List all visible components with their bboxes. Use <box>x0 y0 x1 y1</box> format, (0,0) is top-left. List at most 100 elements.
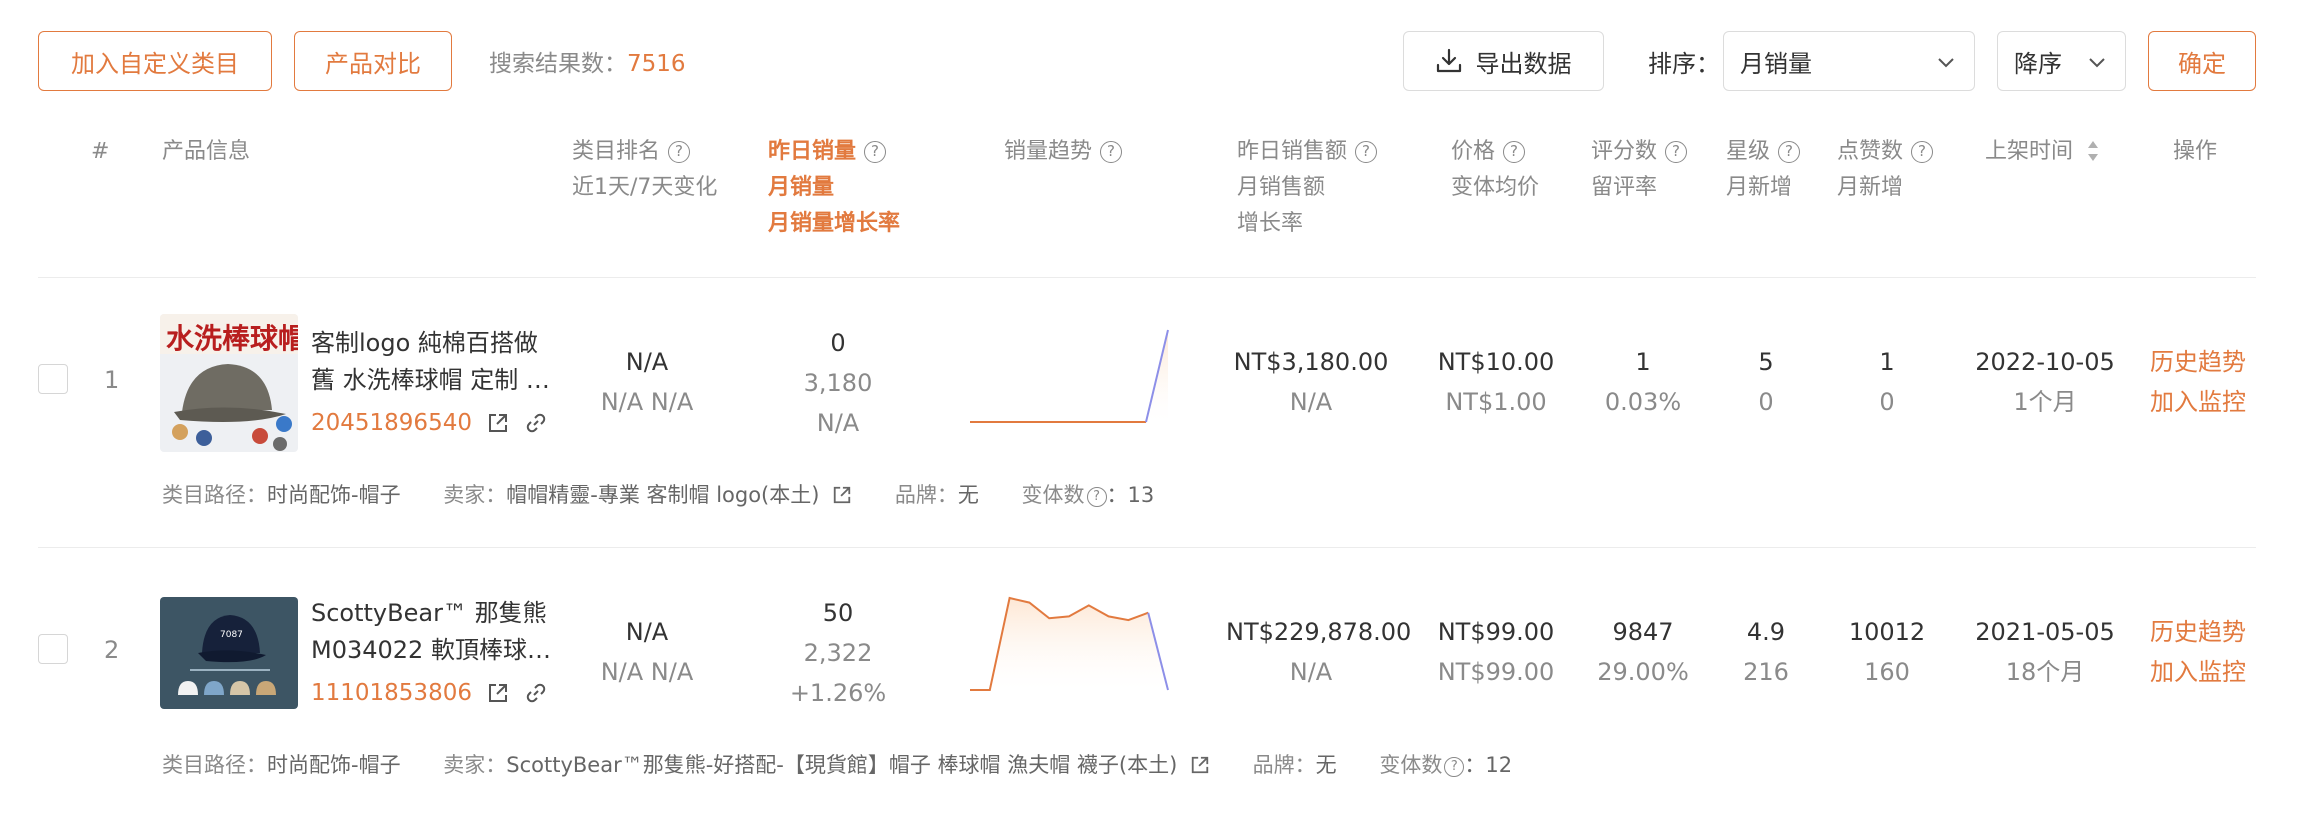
col-category-rank-label: 类目排名 <box>572 139 661 164</box>
sort-toggle-icon[interactable] <box>2086 139 2100 163</box>
row-number: 1 <box>104 366 120 394</box>
category-rank: N/A <box>625 618 669 646</box>
col-likes-new[interactable]: 月新增 <box>1837 170 1903 206</box>
external-link-icon[interactable] <box>1190 755 1210 775</box>
col-yesterday-sales[interactable]: 昨日销量? <box>768 134 887 170</box>
row-number: 2 <box>104 636 120 664</box>
row-divider <box>38 547 2256 548</box>
sales-trend-sparkline[interactable] <box>966 594 1172 694</box>
meta-label: 卖家： <box>443 483 507 507</box>
revenue-growth: N/A <box>1289 388 1333 416</box>
col-index: # <box>91 139 110 164</box>
product-id-value[interactable]: 11101853806 <box>311 680 472 706</box>
col-likes[interactable]: 点赞数? <box>1837 134 1934 170</box>
history-trend-link[interactable]: 历史趋势 <box>2146 612 2250 652</box>
export-data-button[interactable]: 导出数据 <box>1403 31 1604 91</box>
help-icon[interactable]: ? <box>1086 487 1107 507</box>
product-thumbnail[interactable]: 水洗棒球帽 <box>160 314 298 452</box>
external-link-icon[interactable] <box>832 485 852 505</box>
meta-seller[interactable]: 卖家：ScottyBear™那隻熊-好搭配-【現貨館】帽子 棒球帽 漁夫帽 襪子… <box>443 753 1216 777</box>
product-compare-button[interactable]: 产品对比 <box>294 31 452 91</box>
help-icon[interactable]: ? <box>1100 141 1123 163</box>
meta-seller-value[interactable]: 帽帽精靈-專業 客制帽 logo(本土) <box>506 483 819 507</box>
review-rate: 0.03% <box>1604 388 1682 416</box>
export-data-label: 导出数据 <box>1475 49 1572 78</box>
meta-category-value: 时尚配饰-帽子 <box>267 753 401 777</box>
monthly-growth: N/A <box>816 409 860 437</box>
monthly-sales: 2,322 <box>803 639 873 667</box>
help-icon[interactable]: ? <box>1355 141 1378 163</box>
price-cell: NT$10.00 NT$1.00 <box>1436 342 1556 422</box>
yesterday-sales: 0 <box>830 329 846 357</box>
col-stars[interactable]: 星级? <box>1726 134 1801 170</box>
add-monitor-link[interactable]: 加入监控 <box>2146 382 2250 422</box>
col-category-rank[interactable]: 类目排名? <box>572 134 691 170</box>
monthly-growth: +1.26% <box>789 679 887 707</box>
product-id[interactable]: 20451896540 <box>311 410 547 436</box>
help-icon[interactable]: ? <box>864 141 887 163</box>
result-count: 搜索结果数：7516 <box>489 44 686 78</box>
col-monthly-growth[interactable]: 月销量增长率 <box>768 206 900 242</box>
meta-variants-value: ：13 <box>1106 483 1155 507</box>
help-icon[interactable]: ? <box>1444 757 1465 777</box>
stars-cell: 5 0 <box>1726 342 1806 422</box>
yesterday-sales: 50 <box>822 599 854 627</box>
col-monthly-sales[interactable]: 月销量 <box>768 170 834 206</box>
sales-trend-sparkline[interactable] <box>966 326 1172 426</box>
row-meta: 类目路径：时尚配饰-帽子 卖家：帽帽精靈-專業 客制帽 logo(本土) 品牌：… <box>162 479 1190 509</box>
variant-avg-price: NT$99.00 <box>1437 658 1555 686</box>
add-custom-category-button[interactable]: 加入自定义类目 <box>38 31 272 91</box>
help-icon[interactable]: ? <box>1665 141 1688 163</box>
col-sales-trend[interactable]: 销量趋势? <box>1004 134 1123 170</box>
stars-new: 0 <box>1758 388 1774 416</box>
chevron-down-icon <box>2089 58 2105 68</box>
col-variant-avg-price[interactable]: 变体均价 <box>1451 170 1539 206</box>
col-yesterday-sales-label: 昨日销量 <box>768 139 857 164</box>
meta-label: 品牌： <box>894 483 958 507</box>
rank-change: N/A N/A <box>600 388 694 416</box>
actions-cell: 历史趋势 加入监控 <box>2146 342 2250 422</box>
category-rank: N/A <box>625 348 669 376</box>
col-stars-new[interactable]: 月新增 <box>1726 170 1792 206</box>
row-checkbox[interactable] <box>38 634 68 664</box>
likes: 1 <box>1879 348 1895 376</box>
col-listed-time[interactable]: 上架时间 <box>1985 134 2100 170</box>
product-title-line: 舊 水洗棒球帽 定制 … <box>311 366 550 394</box>
external-link-icon[interactable] <box>487 682 509 704</box>
listed-time-cell: 2021-05-05 18个月 <box>1970 612 2120 692</box>
row-checkbox[interactable] <box>38 364 68 394</box>
meta-seller-value[interactable]: ScottyBear™那隻熊-好搭配-【現貨館】帽子 棒球帽 漁夫帽 襪子(本土… <box>506 753 1177 777</box>
sort-field-select[interactable]: 月销量 <box>1723 31 1975 91</box>
product-title[interactable]: 客制logo 純棉百搭做 舊 水洗棒球帽 定制 … <box>311 325 561 399</box>
col-price-label: 价格 <box>1451 139 1496 164</box>
meta-seller[interactable]: 卖家：帽帽精靈-專業 客制帽 logo(本土) <box>443 483 859 507</box>
external-link-icon[interactable] <box>487 412 509 434</box>
product-thumbnail[interactable]: 7087 <box>160 597 298 709</box>
product-id-value[interactable]: 20451896540 <box>311 410 472 436</box>
help-icon[interactable]: ? <box>668 141 691 163</box>
link-icon[interactable] <box>525 412 547 434</box>
confirm-button[interactable]: 确定 <box>2148 31 2256 91</box>
col-monthly-revenue[interactable]: 月销售额 <box>1237 170 1325 206</box>
col-sales-trend-label: 销量趋势 <box>1004 139 1093 164</box>
col-revenue-growth[interactable]: 增长率 <box>1237 206 1303 242</box>
col-price[interactable]: 价格? <box>1451 134 1526 170</box>
help-icon[interactable]: ? <box>1911 141 1934 163</box>
help-icon[interactable]: ? <box>1503 141 1526 163</box>
col-rating-count[interactable]: 评分数? <box>1591 134 1688 170</box>
col-stars-label: 星级 <box>1726 139 1771 164</box>
stars-new: 216 <box>1743 658 1789 686</box>
col-yesterday-revenue[interactable]: 昨日销售额? <box>1237 134 1378 170</box>
col-review-rate[interactable]: 留评率 <box>1591 170 1657 206</box>
trend-area <box>970 330 1168 422</box>
add-monitor-link[interactable]: 加入监控 <box>2146 652 2250 692</box>
product-id[interactable]: 11101853806 <box>311 680 547 706</box>
history-trend-link[interactable]: 历史趋势 <box>2146 342 2250 382</box>
product-title[interactable]: ScottyBear™ 那隻熊 M034022 軟頂棒球… <box>311 595 561 669</box>
sort-order-select[interactable]: 降序 <box>1997 31 2126 91</box>
likes: 10012 <box>1848 618 1926 646</box>
link-icon[interactable] <box>525 682 547 704</box>
help-icon[interactable]: ? <box>1778 141 1801 163</box>
meta-variants-value: ：12 <box>1464 753 1513 777</box>
row-meta: 类目路径：时尚配饰-帽子 卖家：ScottyBear™那隻熊-好搭配-【現貨館】… <box>162 749 1548 779</box>
